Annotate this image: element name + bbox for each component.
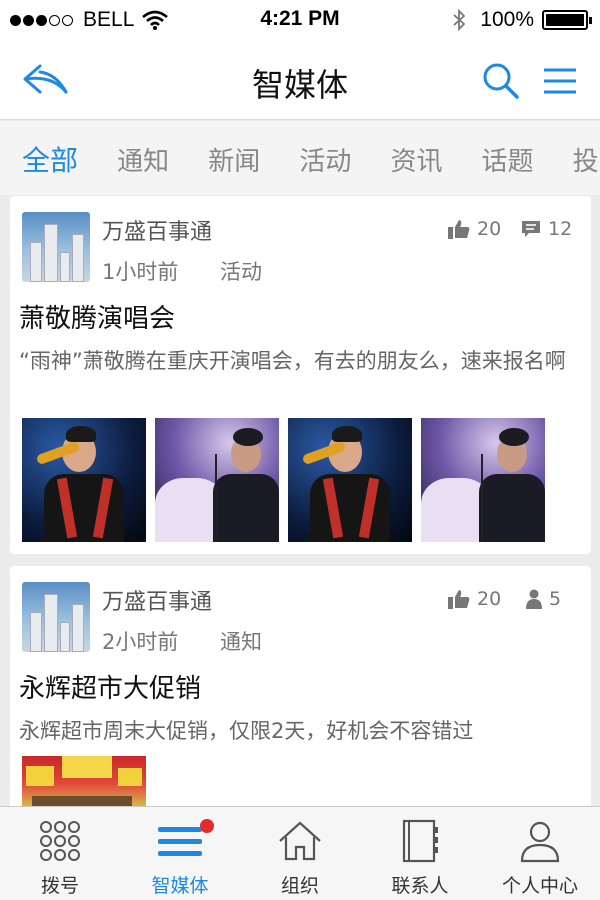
home-icon: [279, 821, 321, 861]
comment-count[interactable]: 12: [521, 218, 572, 240]
tab-label: 智媒体: [151, 875, 209, 897]
participant-count-value: 5: [549, 588, 562, 610]
battery-percent: 100%: [480, 8, 534, 31]
bluetooth-icon: [453, 9, 466, 31]
category-tabs: 全部 通知 新闻 活动 资讯 话题 投票: [0, 121, 600, 195]
post-title[interactable]: 萧敬腾演唱会: [19, 298, 175, 335]
user-icon: [520, 821, 560, 863]
tab-all[interactable]: 全部: [22, 139, 78, 179]
tab-label: 个人中心: [501, 875, 578, 897]
post-card[interactable]: 万盛百事通 2小时前 通知 20 5 永辉超市大促销 永辉超市周末大促销，仅限2…: [10, 566, 591, 816]
tab-dial[interactable]: 拨号: [0, 807, 120, 900]
nav-bar: 智媒体: [0, 40, 600, 120]
tab-vote[interactable]: 投票: [573, 141, 600, 178]
post-image[interactable]: [155, 418, 279, 542]
like-count[interactable]: 20: [448, 218, 501, 240]
tab-profile[interactable]: 个人中心: [480, 807, 600, 900]
tab-label: 拨号: [40, 875, 79, 897]
tab-label: 联系人: [391, 875, 449, 897]
status-bar: BELL 4:21 PM 100%: [0, 0, 600, 40]
tab-info[interactable]: 资讯: [390, 141, 442, 178]
post-body: 永辉超市周末大促销，仅限2天，好机会不容错过: [19, 719, 474, 743]
post-image[interactable]: [421, 418, 545, 542]
post-card[interactable]: 万盛百事通 1小时前 活动 20 12 萧敬腾演唱会 “雨神”萧敬腾在重庆开演唱…: [10, 196, 591, 554]
notification-badge: [200, 819, 214, 833]
post-time: 2小时前: [102, 630, 179, 654]
thumbs-up-icon: [448, 220, 470, 239]
avatar[interactable]: [22, 582, 90, 652]
tab-organization[interactable]: 组织: [240, 807, 360, 900]
like-count-value: 20: [477, 588, 502, 610]
status-right: 100%: [452, 8, 592, 32]
participant-count[interactable]: 5: [526, 588, 561, 610]
publisher-name[interactable]: 万盛百事通: [102, 214, 212, 246]
bottom-tab-bar: 拨号 智媒体 组织 联系人 个人中心: [0, 806, 600, 900]
post-title[interactable]: 永辉超市大促销: [19, 668, 201, 705]
tab-label: 组织: [280, 875, 319, 897]
tab-contacts[interactable]: 联系人: [360, 807, 480, 900]
avatar[interactable]: [22, 212, 90, 282]
search-icon[interactable]: [482, 62, 520, 100]
media-list-icon: [158, 827, 202, 856]
post-category: 通知: [220, 630, 262, 654]
dialpad-icon: [40, 821, 80, 861]
tab-events[interactable]: 活动: [299, 141, 351, 178]
comment-icon: [522, 221, 540, 237]
tab-topics[interactable]: 话题: [482, 141, 534, 178]
post-time: 1小时前: [102, 260, 179, 284]
tab-news[interactable]: 新闻: [208, 141, 260, 178]
like-count-value: 20: [477, 218, 502, 240]
thumbs-up-icon: [448, 590, 470, 609]
battery-icon: [542, 10, 592, 30]
tab-notice[interactable]: 通知: [117, 141, 169, 178]
tab-smart-media[interactable]: 智媒体: [120, 807, 240, 900]
post-category: 活动: [220, 260, 262, 284]
person-icon: [526, 589, 542, 609]
menu-icon[interactable]: [542, 66, 578, 96]
comment-count-value: 12: [548, 218, 573, 240]
post-image[interactable]: [22, 418, 146, 542]
address-book-icon: [402, 819, 438, 863]
like-count[interactable]: 20: [448, 588, 501, 610]
post-body: “雨神”萧敬腾在重庆开演唱会，有去的朋友么，速来报名啊: [19, 349, 566, 373]
post-image[interactable]: [288, 418, 412, 542]
publisher-name[interactable]: 万盛百事通: [102, 584, 212, 616]
